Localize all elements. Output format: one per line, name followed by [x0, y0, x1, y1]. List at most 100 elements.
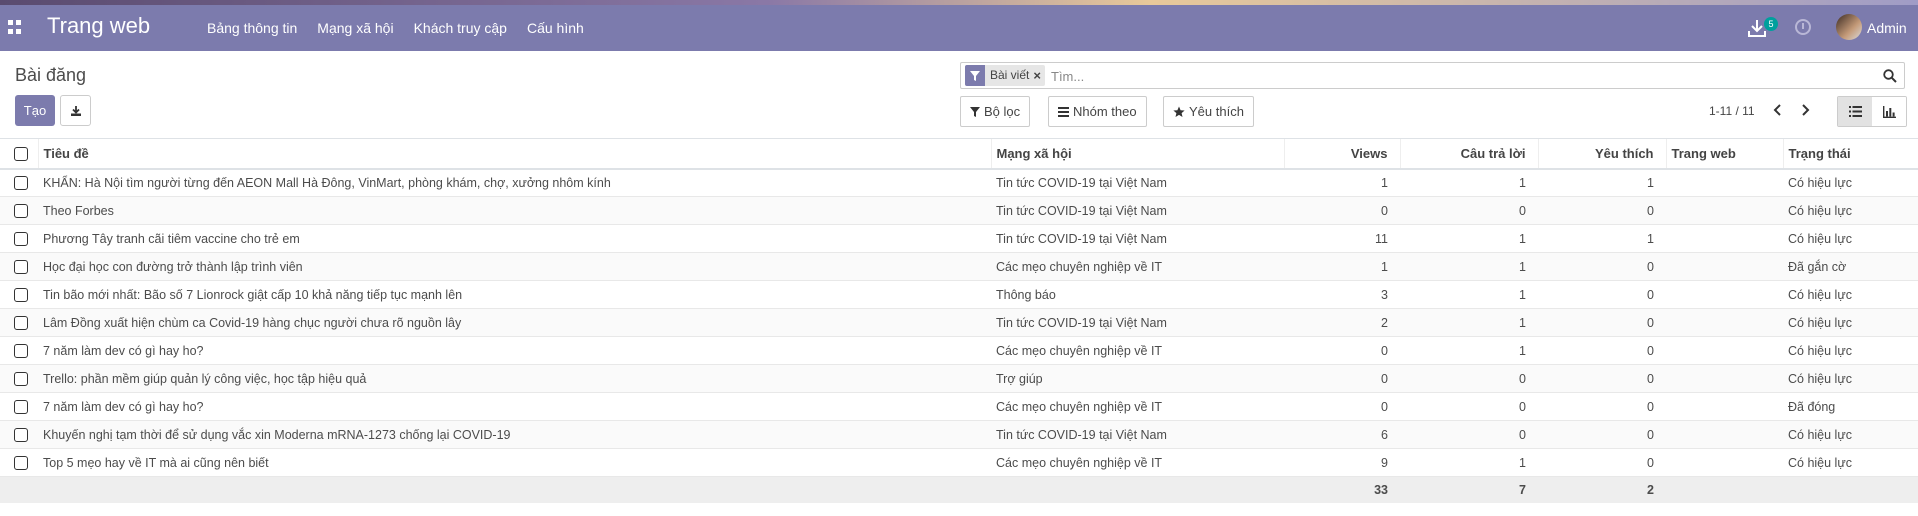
avatar[interactable]	[1836, 14, 1862, 40]
cell-views[interactable]: 0	[1284, 196, 1400, 225]
cell-title[interactable]: Phương Tây tranh cãi tiêm vaccine cho tr…	[38, 224, 991, 253]
table-row[interactable]: 7 năm làm dev có gì hay ho? Các mẹo chuyê…	[0, 336, 1918, 365]
cell-title[interactable]: Lâm Đồng xuất hiện chùm ca Covid-19 hàng…	[38, 308, 991, 337]
row-checkbox[interactable]	[14, 287, 28, 302]
table-row[interactable]: Theo Forbes Tin tức COVID-19 tại Việt Nam…	[0, 196, 1918, 225]
app-brand[interactable]: Trang web	[47, 13, 150, 39]
cell-title[interactable]: Top 5 mẹo hay về IT mà ai cũng nên biết	[38, 448, 991, 477]
cell-network[interactable]: Các mẹo chuyên nghiệp về IT	[991, 252, 1284, 281]
filters-button[interactable]: Bộ lọc	[960, 96, 1031, 127]
cell-likes[interactable]: 1	[1538, 224, 1666, 253]
cell-replies[interactable]: 1	[1400, 336, 1538, 365]
menu-item-social-network[interactable]: Mạng xã hội	[317, 20, 393, 36]
table-row[interactable]: Trello: phần mềm giúp quản lý công việc,…	[0, 364, 1918, 393]
cell-website[interactable]	[1666, 420, 1783, 449]
menu-item-visitors[interactable]: Khách truy cập	[414, 20, 507, 36]
cell-website[interactable]	[1666, 364, 1783, 393]
menu-item-dashboard[interactable]: Bảng thông tin	[207, 20, 297, 36]
apps-grid-icon[interactable]	[8, 20, 22, 34]
cell-website[interactable]	[1666, 280, 1783, 309]
row-checkbox[interactable]	[14, 231, 28, 246]
cell-status[interactable]: Có hiệu lực	[1783, 420, 1918, 449]
row-checkbox[interactable]	[14, 427, 28, 442]
chevron-left-icon[interactable]	[1770, 102, 1786, 118]
pager-value[interactable]: 1-11 / 11	[1709, 104, 1755, 118]
cell-likes[interactable]: 0	[1538, 448, 1666, 477]
create-button[interactable]: Tạo	[15, 95, 55, 126]
cell-views[interactable]: 6	[1284, 420, 1400, 449]
cell-likes[interactable]: 0	[1538, 308, 1666, 337]
cell-views[interactable]: 2	[1284, 308, 1400, 337]
search-icon[interactable]	[1883, 69, 1897, 83]
column-replies[interactable]: Câu trả lời	[1399, 138, 1538, 170]
cell-status[interactable]: Đã gắn cờ	[1783, 252, 1918, 281]
cell-network[interactable]: Trợ giúp	[991, 364, 1284, 393]
cell-status[interactable]: Có hiệu lực	[1783, 448, 1918, 477]
cell-views[interactable]: 0	[1284, 364, 1400, 393]
column-network[interactable]: Mạng xã hội	[990, 138, 1284, 170]
cell-website[interactable]	[1666, 168, 1783, 197]
cell-replies[interactable]: 0	[1400, 364, 1538, 393]
cell-replies[interactable]: 1	[1400, 252, 1538, 281]
cell-likes[interactable]: 0	[1538, 364, 1666, 393]
cell-likes[interactable]: 0	[1538, 280, 1666, 309]
row-checkbox[interactable]	[14, 203, 28, 218]
cell-website[interactable]	[1666, 224, 1783, 253]
cell-views[interactable]: 9	[1284, 448, 1400, 477]
table-row[interactable]: Học đại học con đường trở thành lập trìn…	[0, 252, 1918, 281]
cell-network[interactable]: Tin tức COVID-19 tại Việt Nam	[991, 308, 1284, 337]
cell-network[interactable]: Tin tức COVID-19 tại Việt Nam	[991, 168, 1284, 197]
table-row[interactable]: Phương Tây tranh cãi tiêm vaccine cho tr…	[0, 224, 1918, 253]
column-website[interactable]: Trang web	[1665, 138, 1783, 170]
cell-replies[interactable]: 0	[1400, 196, 1538, 225]
cell-likes[interactable]: 1	[1538, 168, 1666, 197]
cell-title[interactable]: Học đại học con đường trở thành lập trìn…	[38, 252, 991, 281]
cell-likes[interactable]: 0	[1538, 252, 1666, 281]
cell-status[interactable]: Có hiệu lực	[1783, 364, 1918, 393]
cell-title[interactable]: 7 năm làm dev có gì hay ho?	[38, 336, 991, 365]
cell-status[interactable]: Có hiệu lực	[1783, 280, 1918, 309]
favorites-button[interactable]: Yêu thích	[1163, 96, 1254, 127]
cell-likes[interactable]: 0	[1538, 420, 1666, 449]
cell-views[interactable]: 3	[1284, 280, 1400, 309]
row-checkbox[interactable]	[14, 176, 28, 191]
cell-replies[interactable]: 0	[1400, 420, 1538, 449]
cell-status[interactable]: Có hiệu lực	[1783, 168, 1918, 197]
export-button[interactable]	[60, 95, 91, 126]
column-views[interactable]: Views	[1283, 138, 1400, 170]
cell-replies[interactable]: 1	[1400, 308, 1538, 337]
row-checkbox[interactable]	[14, 315, 28, 330]
column-likes[interactable]: Yêu thích	[1537, 138, 1666, 170]
menu-item-configuration[interactable]: Cấu hình	[527, 20, 584, 36]
cell-website[interactable]	[1666, 252, 1783, 281]
select-all-checkbox[interactable]	[14, 147, 28, 162]
table-row[interactable]: Top 5 mẹo hay về IT mà ai cũng nên biết C…	[0, 448, 1918, 477]
cell-likes[interactable]: 0	[1538, 336, 1666, 365]
column-status[interactable]: Trạng thái	[1782, 138, 1918, 170]
cell-website[interactable]	[1666, 308, 1783, 337]
table-row[interactable]: Tin bão mới nhất: Bão số 7 Lionrock giật…	[0, 280, 1918, 309]
cell-network[interactable]: Tin tức COVID-19 tại Việt Nam	[991, 224, 1284, 253]
cell-network[interactable]: Các mẹo chuyên nghiệp về IT	[991, 448, 1284, 477]
cell-replies[interactable]: 1	[1400, 280, 1538, 309]
cell-website[interactable]	[1666, 448, 1783, 477]
user-name[interactable]: Admin	[1867, 20, 1907, 36]
row-checkbox[interactable]	[14, 455, 28, 470]
cell-title[interactable]: Tin bão mới nhất: Bão số 7 Lionrock giật…	[38, 280, 991, 309]
cell-status[interactable]: Có hiệu lực	[1783, 308, 1918, 337]
cell-status[interactable]: Có hiệu lực	[1783, 336, 1918, 365]
cell-status[interactable]: Có hiệu lực	[1783, 224, 1918, 253]
table-row[interactable]: KHẨN: Hà Nội tìm người từng đến AEON Mal…	[0, 168, 1918, 197]
cell-views[interactable]: 1	[1284, 168, 1400, 197]
cell-network[interactable]: Các mẹo chuyên nghiệp về IT	[991, 336, 1284, 365]
cell-views[interactable]: 11	[1284, 224, 1400, 253]
cell-title[interactable]: Trello: phần mềm giúp quản lý công việc,…	[38, 364, 991, 393]
cell-views[interactable]: 0	[1284, 336, 1400, 365]
cell-replies[interactable]: 1	[1400, 168, 1538, 197]
cell-likes[interactable]: 0	[1538, 392, 1666, 421]
facet-remove-icon[interactable]: ×	[1033, 65, 1045, 86]
cell-views[interactable]: 1	[1284, 252, 1400, 281]
cell-replies[interactable]: 0	[1400, 392, 1538, 421]
cell-likes[interactable]: 0	[1538, 196, 1666, 225]
clock-icon[interactable]	[1795, 19, 1811, 35]
